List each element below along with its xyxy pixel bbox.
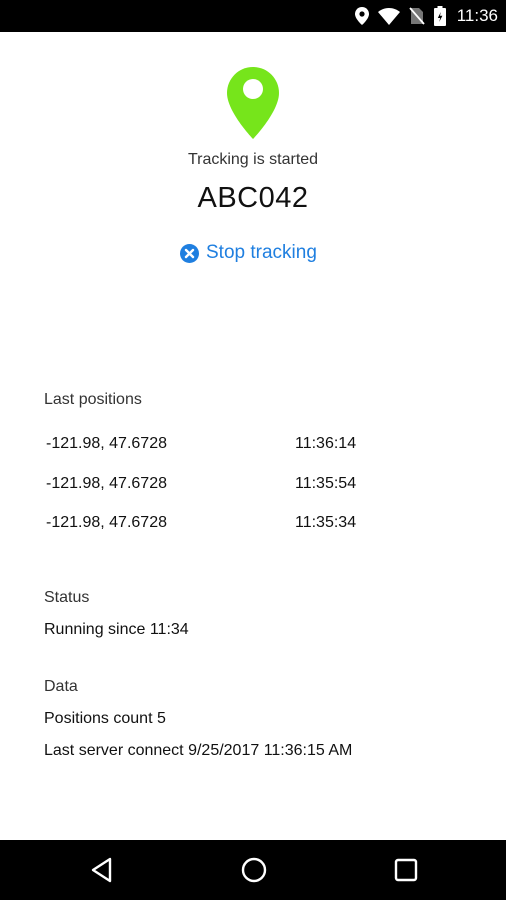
position-row: -121.98, 47.6728 11:36:14 — [46, 435, 466, 459]
position-row: -121.98, 47.6728 11:35:34 — [46, 514, 466, 538]
stop-tracking-label: Stop tracking — [206, 242, 317, 263]
position-row: -121.98, 47.6728 11:35:54 — [46, 475, 466, 499]
position-coords: -121.98, 47.6728 — [46, 514, 167, 531]
navigation-bar — [0, 840, 506, 900]
battery-icon — [433, 6, 446, 26]
position-time: 11:35:34 — [295, 514, 357, 531]
running-since-text: Running since 11:34 — [44, 621, 189, 638]
wifi-icon — [377, 7, 400, 25]
main-content: Tracking is started ABC042 Stop tracking… — [0, 32, 506, 840]
device-id: ABC042 — [197, 182, 309, 214]
last-positions-title: Last positions — [44, 391, 142, 408]
status-title: Status — [44, 589, 90, 606]
positions-count-text: Positions count 5 — [44, 710, 166, 727]
home-icon[interactable] — [240, 856, 268, 884]
position-time: 11:36:14 — [295, 435, 357, 452]
tracking-state-text: Tracking is started — [187, 151, 319, 168]
status-bar: 11:36 — [0, 0, 506, 32]
location-icon — [354, 7, 369, 25]
no-sim-icon — [409, 7, 425, 25]
status-time: 11:36 — [456, 6, 498, 25]
data-title: Data — [44, 678, 78, 695]
position-coords: -121.98, 47.6728 — [46, 475, 167, 492]
close-circle-icon — [180, 243, 199, 263]
status-icons: 11:36 — [354, 0, 498, 32]
last-server-connect-text: Last server connect 9/25/2017 11:36:15 A… — [44, 742, 353, 759]
position-time: 11:35:54 — [295, 475, 357, 492]
stop-tracking-button[interactable]: Stop tracking — [180, 240, 317, 266]
back-icon[interactable] — [88, 856, 116, 884]
position-coords: -121.98, 47.6728 — [46, 435, 167, 452]
recents-icon[interactable] — [392, 856, 420, 884]
map-pin-icon — [227, 67, 279, 139]
